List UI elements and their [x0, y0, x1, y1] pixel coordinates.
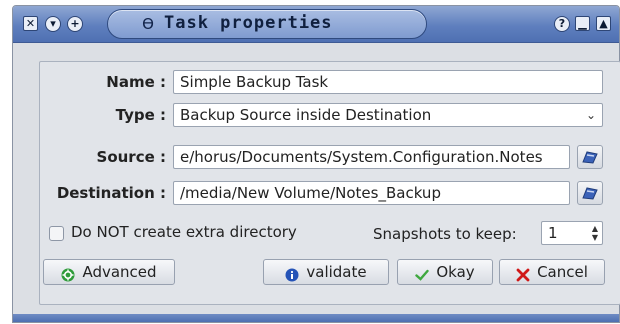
window-bottom-border [13, 314, 619, 322]
advanced-button[interactable]: Advanced [43, 259, 175, 285]
minimize-icon[interactable]: ▁ [575, 16, 590, 31]
name-label: Name : [106, 73, 166, 91]
snapshots-label: Snapshots to keep: [373, 225, 517, 243]
window-title: Task properties [164, 13, 333, 33]
gear-icon [61, 265, 75, 282]
plus-icon[interactable]: + [67, 16, 83, 32]
name-input[interactable]: Simple Backup Task [173, 70, 603, 94]
spin-arrows-icon[interactable]: ▲ ▼ [592, 224, 598, 242]
close-icon[interactable]: ✕ [23, 16, 38, 31]
title-bar[interactable]: ✕ ▾ + ϴ Task properties ? ▁ ▲ [13, 6, 619, 43]
title-pill: ϴ Task properties [107, 9, 427, 39]
app-icon: ϴ [142, 15, 154, 33]
no-extra-directory-checkbox[interactable] [49, 226, 64, 241]
help-icon[interactable]: ? [554, 16, 570, 32]
snapshots-spinbox[interactable]: 1 ▲ ▼ [541, 221, 603, 245]
no-extra-directory-label: Do NOT create extra directory [71, 223, 297, 241]
task-properties-window: ✕ ▾ + ϴ Task properties ? ▁ ▲ Name : Sim… [12, 5, 620, 323]
info-icon [285, 265, 299, 282]
type-label: Type : [115, 106, 166, 124]
validate-button-label: validate [306, 263, 367, 281]
destination-label: Destination : [56, 184, 166, 202]
checkmark-icon [415, 265, 430, 281]
type-select-value: Backup Source inside Destination [180, 106, 432, 124]
cancel-button-label: Cancel [537, 263, 588, 281]
chevron-down-icon: ⌄ [585, 108, 596, 122]
validate-button[interactable]: validate [263, 259, 389, 285]
folder-picker-icon [582, 151, 598, 164]
okay-button-label: Okay [436, 263, 475, 281]
folder-picker-icon [582, 187, 598, 200]
menu-icon[interactable]: ▾ [45, 16, 61, 32]
cancel-button[interactable]: Cancel [499, 259, 605, 285]
destination-browse-button[interactable] [577, 181, 603, 205]
source-input[interactable]: e/horus/Documents/System.Configuration.N… [173, 145, 570, 169]
destination-input[interactable]: /media/New Volume/Notes_Backup [173, 181, 570, 205]
source-label: Source : [96, 148, 166, 166]
okay-button[interactable]: Okay [397, 259, 493, 285]
advanced-button-label: Advanced [82, 263, 157, 281]
type-select[interactable]: Backup Source inside Destination ⌄ [173, 103, 603, 127]
source-browse-button[interactable] [577, 145, 603, 169]
maximize-icon[interactable]: ▲ [596, 16, 611, 31]
cancel-x-icon [516, 265, 530, 282]
snapshots-value: 1 [548, 224, 558, 242]
